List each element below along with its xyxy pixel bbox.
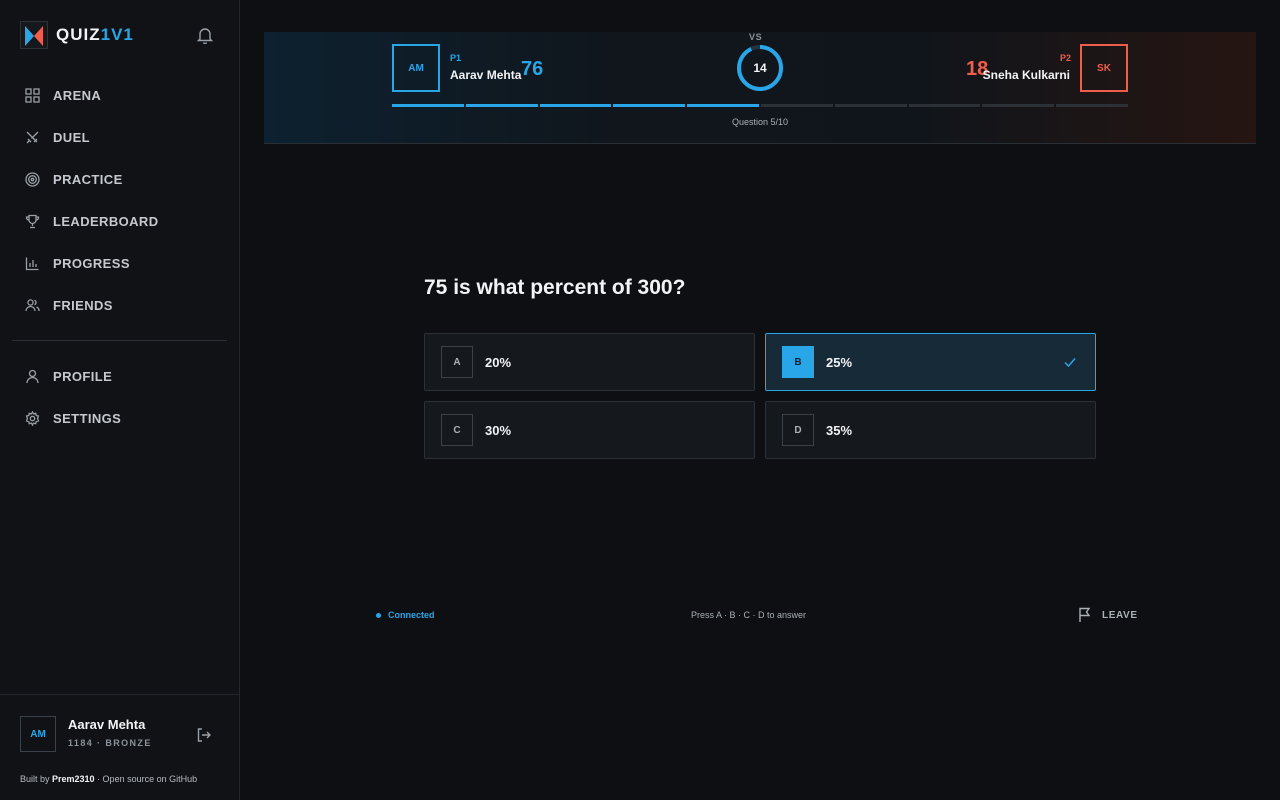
player1-score: 76 — [521, 58, 544, 80]
credit-suffix: · Open source on GitHub — [94, 774, 198, 784]
check-icon — [1064, 358, 1076, 368]
sidebar-item-duel[interactable]: DUEL — [0, 116, 239, 158]
progress-segment — [982, 104, 1055, 107]
sidebar-item-label: SETTINGS — [53, 410, 122, 426]
connection-status-label: Connected — [388, 610, 435, 620]
answer-key: B — [782, 346, 814, 378]
answer-key: C — [441, 414, 473, 446]
flag-icon — [1079, 607, 1091, 622]
answer-value: 35% — [826, 422, 853, 438]
credit-line: Built by Prem2310 · Open source on GitHu… — [20, 774, 197, 784]
progress-segment — [392, 104, 464, 107]
sidebar-item-label: FRIENDS — [53, 297, 113, 313]
user-icon — [24, 368, 40, 384]
leave-button[interactable]: LEAVE — [1078, 607, 1138, 623]
progress-segment — [1056, 104, 1128, 107]
player1-name: Aarav Mehta — [450, 68, 522, 82]
scoreboard: AM P1 Aarav Mehta 76 VS 14 18 P2 Sneha K… — [264, 32, 1256, 144]
logo-icon — [20, 21, 48, 49]
sidebar-item-label: PROFILE — [53, 368, 113, 384]
sidebar-item-friends[interactable]: FRIENDS — [0, 284, 239, 326]
nav-divider — [12, 340, 227, 341]
bar-chart-icon — [24, 255, 40, 271]
progress-segment — [908, 104, 981, 107]
answer-option-a[interactable]: A 20% — [424, 333, 755, 391]
credit-author-link[interactable]: Prem2310 — [52, 774, 95, 784]
avatar[interactable]: AM — [20, 716, 56, 752]
brand-name-accent: 1V1 — [100, 25, 134, 44]
match-footer: Connected Press A · B · C · D to answer … — [376, 607, 1138, 626]
sidebar-item-label: ARENA — [53, 87, 102, 103]
timer-seconds: 14 — [753, 61, 767, 75]
progress-segment — [613, 104, 686, 107]
target-icon — [24, 171, 40, 187]
gear-icon — [24, 410, 40, 426]
sidebar-item-label: LEADERBOARD — [53, 213, 159, 229]
sidebar-item-progress[interactable]: PROGRESS — [0, 242, 239, 284]
sidebar-item-practice[interactable]: PRACTICE — [0, 158, 239, 200]
answer-option-c[interactable]: C 30% — [424, 401, 755, 459]
player1-avatar: AM — [392, 44, 440, 92]
match-view: AM P1 Aarav Mehta 76 VS 14 18 P2 Sneha K… — [240, 0, 1280, 800]
sidebar-item-arena[interactable]: ARENA — [0, 74, 239, 116]
app: QUIZ1V1 ARENA DUEL PRACTICE LEADERBOARD — [0, 0, 1280, 800]
player2-tag: P2 — [1060, 53, 1072, 63]
sidebar-item-profile[interactable]: PROFILE — [0, 355, 239, 397]
player2-avatar: SK — [1080, 44, 1128, 92]
answer-value: 20% — [485, 354, 512, 370]
brand-name: QUIZ1V1 — [56, 25, 134, 45]
progress-segment — [834, 104, 907, 107]
sidebar-item-label: DUEL — [53, 129, 90, 145]
grid-icon — [24, 87, 40, 103]
logout-icon[interactable] — [196, 727, 212, 743]
status-dot-icon — [376, 612, 381, 618]
progress-segment — [465, 104, 538, 107]
trophy-icon — [24, 213, 40, 229]
answer-value: 30% — [485, 422, 512, 438]
progress-segment — [539, 104, 612, 107]
bell-icon[interactable] — [197, 26, 213, 44]
brand-name-main: QUIZ — [56, 25, 101, 44]
users-icon — [24, 297, 40, 313]
answer-value: 25% — [826, 354, 853, 370]
sidebar-item-label: PRACTICE — [53, 171, 123, 187]
answer-option-d[interactable]: D 35% — [765, 401, 1096, 459]
answer-key: D — [782, 414, 814, 446]
answer-grid: A 20% B 25% C 30% D 35% — [424, 333, 1096, 459]
question-counter: Question 5/10 — [731, 117, 789, 127]
player2-name: Sneha Kulkarni — [982, 68, 1070, 82]
sidebar-item-label: PROGRESS — [53, 255, 130, 271]
user-panel: AM Aarav Mehta 1184 · BRONZE Built by Pr… — [0, 694, 239, 800]
question-text: 75 is what percent of 300? — [424, 276, 686, 299]
question-progress-bar — [392, 104, 1128, 107]
answer-option-b[interactable]: B 25% — [765, 333, 1096, 391]
player1-tag: P1 — [450, 53, 462, 63]
answer-key: A — [441, 346, 473, 378]
sidebar-item-leaderboard[interactable]: LEADERBOARD — [0, 200, 239, 242]
connection-status: Connected — [376, 610, 435, 620]
sidebar: QUIZ1V1 ARENA DUEL PRACTICE LEADERBOARD — [0, 0, 240, 800]
credit-prefix: Built by — [20, 774, 53, 784]
keyboard-hint: Press A · B · C · D to answer — [691, 610, 807, 620]
leave-label: LEAVE — [1102, 609, 1138, 621]
progress-segment — [760, 104, 833, 107]
user-name: Aarav Mehta — [68, 717, 146, 732]
progress-segment — [687, 104, 759, 107]
vs-label: VS — [749, 32, 763, 42]
swords-icon — [24, 129, 40, 145]
user-rating: 1184 · BRONZE — [68, 738, 152, 748]
main-nav: ARENA DUEL PRACTICE LEADERBOARD PROGRESS… — [0, 70, 239, 439]
sidebar-item-settings[interactable]: SETTINGS — [0, 397, 239, 439]
